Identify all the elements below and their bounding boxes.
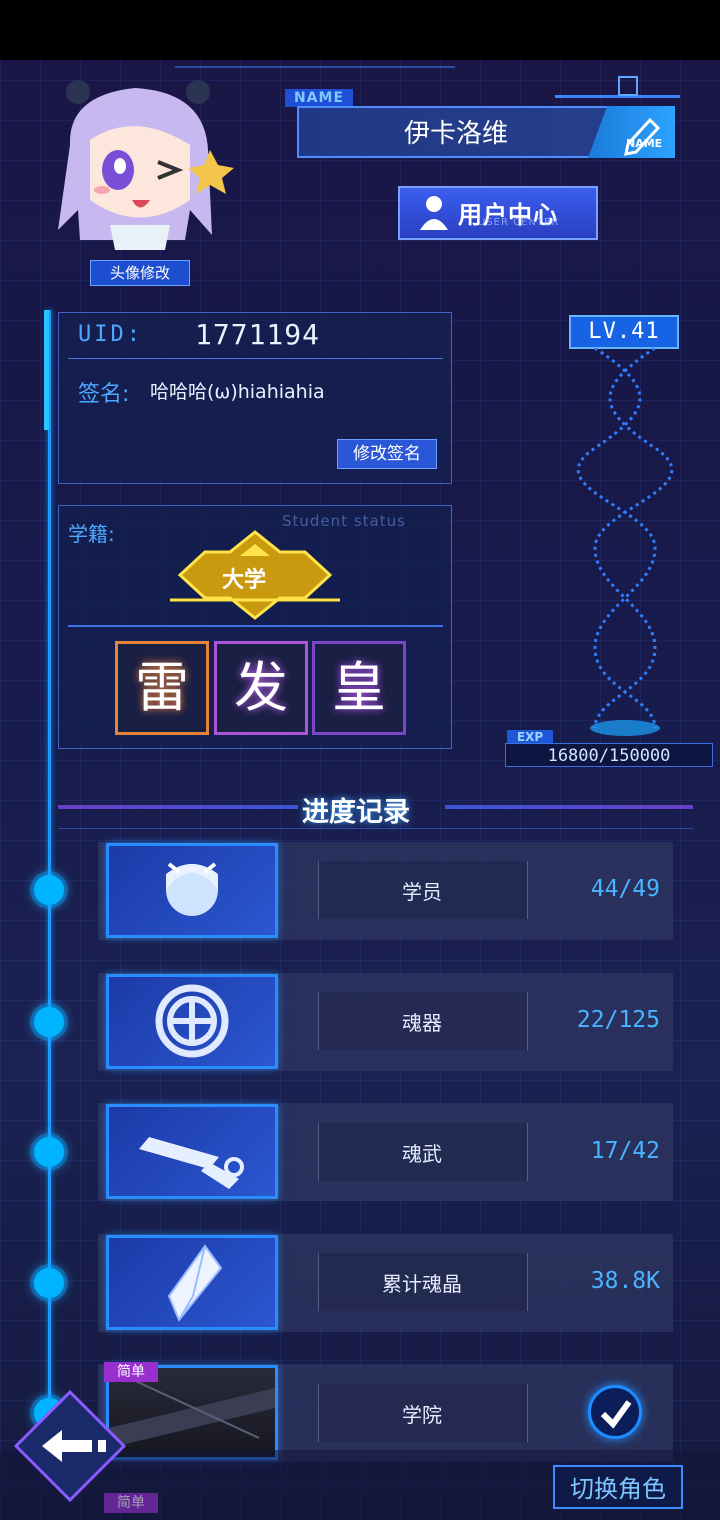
checkmark-icon [588,1385,642,1439]
divider [68,358,443,359]
row-label: 累计魂晶 [382,1272,462,1296]
timeline-node [34,1268,64,1298]
difficulty-badge: 简单 [104,1362,158,1382]
dna-level-icon [576,348,674,736]
uid-value: 1771194 [195,318,321,351]
status-bar [0,0,720,60]
row-value: 17/42 [590,1138,660,1164]
back-arrow-icon[interactable] [14,1390,126,1502]
title-char-1: 雷 [115,641,209,735]
chainsaw-weapon-icon [106,1104,278,1199]
switch-role-button[interactable]: 切换角色 [553,1465,683,1509]
top-deco-line [175,66,455,68]
user-icon [420,196,448,230]
row-value: 22/125 [576,1007,660,1033]
divider [58,828,693,829]
deco-line [445,805,693,809]
avatar-edit-button[interactable]: 头像修改 [90,260,190,286]
student-status-en-label: Student status [282,512,406,530]
soul-device-icon [106,974,278,1069]
signature-value: 哈哈哈(ω)hiahiahia [150,381,325,403]
timeline-node [34,1137,64,1167]
row-label: 魂器 [402,1011,442,1035]
row-label: 魂武 [402,1142,442,1166]
title-char-2: 发 [214,641,308,735]
uid-label: UID: [78,322,143,347]
title-char-3: 皇 [312,641,406,735]
name-edit-label: NAME [626,137,663,150]
name-tag: NAME [285,89,353,107]
row-value: 44/49 [590,876,660,902]
signature-label: 签名: [78,382,130,407]
progress-title: 进度记录 [302,797,410,828]
level-badge: LV.41 [569,315,679,349]
edit-signature-button[interactable]: 修改签名 [337,439,437,469]
avatar[interactable] [40,70,235,250]
corner-deco [618,76,638,96]
timeline-accent [44,310,49,430]
timeline-node [34,1007,64,1037]
user-center-sublabel: USER CENTER [478,217,560,228]
student-icon [106,843,278,938]
crystal-icon [106,1235,278,1330]
student-status-label: 学籍: [68,522,115,546]
divider [68,625,443,627]
row-label: 学院 [402,1403,442,1427]
row-value: 38.8K [590,1268,660,1294]
row-label: 学员 [402,880,442,904]
rank-text: 大学 [222,568,267,593]
exp-label: EXP [507,730,553,744]
timeline-node [34,875,64,905]
deco-line [58,805,298,809]
exp-value: 16800/150000 [505,743,713,767]
